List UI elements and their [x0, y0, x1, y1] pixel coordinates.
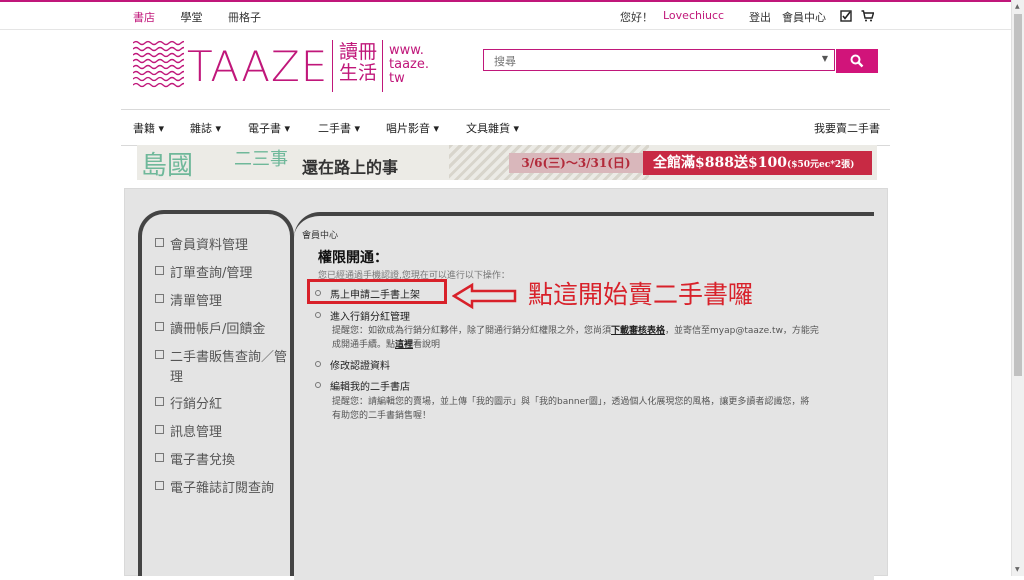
sidebar-item-affiliate[interactable]: 行銷分紅	[155, 395, 222, 415]
bookstore-note: 提醒您：請編輯您的賣場，並上傳「我的圖示」與「我的banner圖」，透過個人化展…	[332, 397, 810, 421]
scroll-up-icon[interactable]: ▲	[1015, 3, 1020, 10]
option-edit-bookstore[interactable]: 編輯我的二手書店	[315, 378, 410, 393]
page-title: 權限開通：	[318, 250, 388, 266]
chevron-down-icon[interactable]: ▼	[822, 54, 828, 63]
nav-magazines[interactable]: 雜誌 ▾	[190, 120, 221, 136]
annotation-text: 點這開始賣二手書囉	[528, 280, 754, 309]
banner-promo-text: 全館滿$888送$100	[653, 155, 787, 171]
nav-music-video[interactable]: 唱片影音 ▾	[386, 120, 439, 136]
username-link[interactable]: Lovechiucc	[663, 9, 724, 22]
taaze-logo[interactable]: TAAZE 讀冊 生活 www. taaze. tw	[133, 40, 433, 92]
breadcrumb[interactable]: 會員中心	[302, 228, 338, 241]
download-form-link[interactable]: 下載審核表格	[611, 326, 665, 336]
logo-site-line2: taaze.	[389, 57, 429, 72]
sidebar-item-orders[interactable]: 訂單查詢/管理	[155, 264, 252, 284]
banner-promo: 全館滿$888送$100($50元ec*2張)	[643, 151, 872, 175]
search-button[interactable]	[836, 49, 878, 73]
nav-stationery[interactable]: 文具雜貨 ▾	[466, 120, 519, 136]
nav-ebooks[interactable]: 電子書 ▾	[248, 120, 290, 136]
top-bar: 書店 學堂 冊格子 您好！ Lovechiucc 登出 會員中心	[0, 0, 1012, 30]
sell-used-books-link[interactable]: 我要賣二手書	[814, 120, 880, 136]
logo-site-line3: tw	[389, 71, 405, 86]
affiliate-note: 提醒您：如欲成為行銷分紅夥伴，除了開通行銷分紅權限之外，您尚須下載審核表格，並寄…	[332, 326, 819, 350]
logout-link[interactable]: 登出	[749, 9, 771, 25]
search-bar: ▼	[483, 49, 878, 73]
tab-shelf[interactable]: 冊格子	[228, 11, 261, 24]
member-center-link[interactable]: 會員中心	[782, 9, 826, 25]
option-affiliate[interactable]: 進入行銷分紅管理	[315, 308, 410, 323]
banner-title-a: 島國	[141, 151, 194, 180]
logo-chinese-line2: 生活	[339, 62, 378, 84]
sidebar-item-emagazine[interactable]: 電子雜誌訂閱查詢	[155, 479, 274, 499]
member-sidebar: 會員資料管理 訂單查詢/管理 清單管理 讀冊帳戶/回饋金 二手書販售查詢／管理 …	[138, 210, 294, 576]
wave-logo-icon	[133, 40, 184, 88]
search-input[interactable]	[492, 52, 816, 70]
banner-promo-note: ($50元ec*2張)	[786, 160, 855, 170]
banner-date: 3/6(三)～3/31(日)	[509, 153, 643, 173]
scrollbar[interactable]: ▲ ▼	[1011, 0, 1024, 576]
search-box: ▼	[483, 49, 835, 71]
logo-chinese-line1: 讀冊	[339, 41, 378, 63]
logo-divider	[332, 40, 333, 92]
logo-site-line1: www.	[389, 43, 424, 58]
sidebar-item-messages[interactable]: 訊息管理	[155, 423, 222, 443]
sidebar-item-profile[interactable]: 會員資料管理	[155, 236, 248, 256]
brand-name: TAAZE	[187, 42, 329, 91]
search-icon	[850, 54, 864, 68]
logo-chinese: 讀冊 生活	[339, 42, 377, 84]
tab-school[interactable]: 學堂	[181, 11, 203, 24]
scroll-down-icon[interactable]: ▼	[1015, 566, 1020, 573]
top-tabs: 書店 學堂 冊格子	[133, 9, 283, 25]
logo-site: www. taaze. tw	[389, 44, 429, 86]
option-edit-verification[interactable]: 修改認證資料	[315, 357, 390, 372]
nav-books[interactable]: 書籍 ▾	[133, 120, 164, 136]
main-nav: 書籍 ▾ 雜誌 ▾ 電子書 ▾ 二手書 ▾ 唱片影音 ▾ 文具雜貨 ▾ 我要賣二…	[121, 109, 890, 146]
option-apply-used-listing[interactable]: 馬上申請二手書上架	[315, 286, 420, 301]
nav-used-books[interactable]: 二手書 ▾	[318, 120, 360, 136]
tab-bookstore[interactable]: 書店	[133, 11, 155, 24]
sidebar-item-account[interactable]: 讀冊帳戶/回饋金	[155, 320, 265, 340]
cart-icon[interactable]	[861, 10, 875, 25]
sidebar-item-ebook-redeem[interactable]: 電子書兌換	[155, 451, 235, 471]
arrow-left-icon	[452, 282, 517, 310]
greeting: 您好！	[620, 11, 653, 24]
banner-title-c: 還在路上的事	[302, 158, 399, 177]
here-link[interactable]: 這裡	[395, 340, 413, 350]
sidebar-item-lists[interactable]: 清單管理	[155, 292, 222, 312]
banner-title-b: 二三事	[234, 149, 288, 170]
logo-divider-2	[382, 40, 383, 92]
promo-banner[interactable]: 島國 二三事 還在路上的事 3/6(三)～3/31(日) 全館滿$888送$10…	[137, 145, 877, 180]
scrollbar-thumb[interactable]	[1014, 14, 1022, 376]
checklist-icon[interactable]	[840, 10, 852, 25]
sidebar-item-used-sales[interactable]: 二手書販售查詢／管理	[155, 348, 294, 388]
